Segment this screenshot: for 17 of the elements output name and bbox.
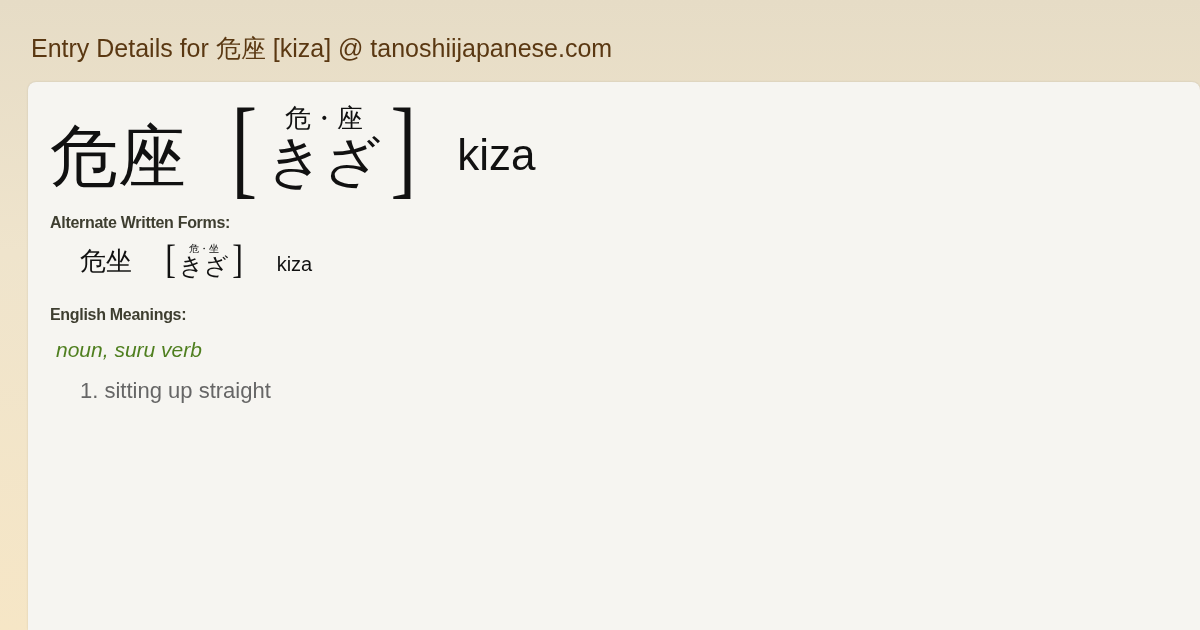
- section-heading: English Meanings:: [50, 306, 188, 324]
- meaning-text: 1. sitting up straight: [80, 378, 272, 404]
- furigana-text: 危・坐: [189, 242, 220, 254]
- section-heading: Alternate Written Forms:: [50, 214, 232, 232]
- page-title: Entry Details for 危座 [kiza] @ tanoshiijapanese.com: [31, 33, 614, 64]
- kana-reading: きざ: [266, 133, 381, 190]
- kana-reading: きざ: [179, 253, 230, 278]
- bracket-mark: ]: [232, 240, 244, 280]
- furigana-text: 危・座: [284, 104, 363, 134]
- part-of-speech: noun, suru verb: [56, 338, 203, 362]
- bracket-mark: [: [231, 92, 258, 202]
- kanji-word: 危坐: [80, 249, 132, 275]
- bracket-mark: ]: [390, 92, 416, 202]
- kanji-word: 危座: [50, 123, 186, 191]
- romaji-reading: kiza: [276, 252, 313, 276]
- romaji-reading: kiza: [457, 130, 536, 180]
- bracket-mark: [: [165, 240, 176, 280]
